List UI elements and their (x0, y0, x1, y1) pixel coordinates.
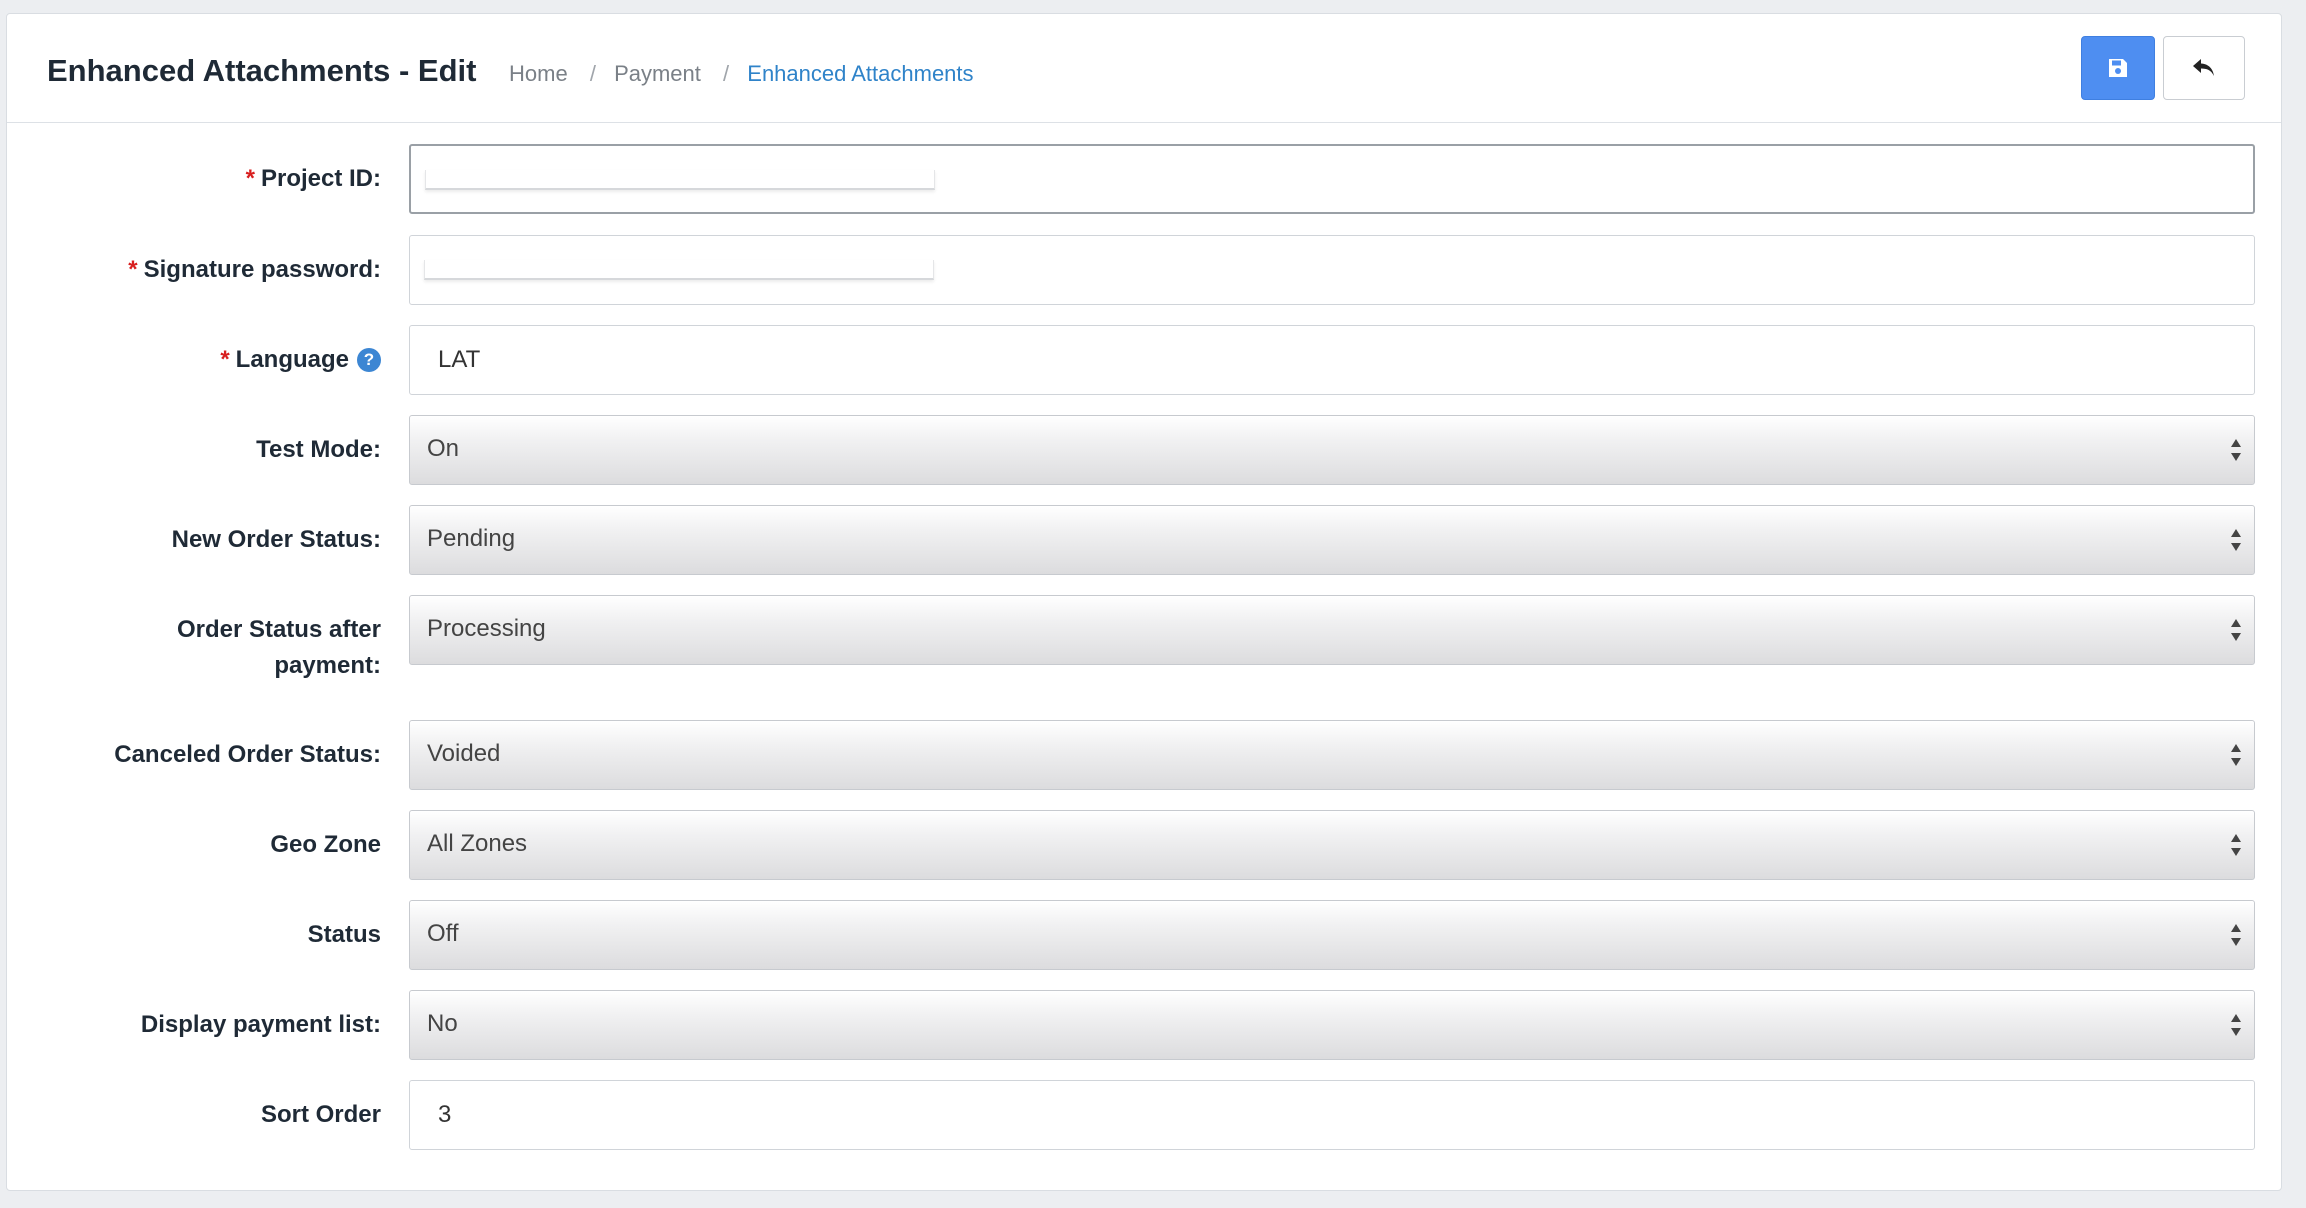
back-button[interactable] (2163, 36, 2245, 100)
page-header: Enhanced Attachments - Edit Home / Payme… (7, 14, 2281, 123)
canceled-order-status-label: Canceled Order Status: (114, 741, 381, 768)
language-input[interactable] (409, 325, 2255, 395)
breadcrumb-home[interactable]: Home (509, 61, 568, 86)
edit-panel: Enhanced Attachments - Edit Home / Payme… (6, 13, 2282, 1191)
order-status-after-payment-value: Processing (427, 615, 546, 642)
canceled-order-status-select[interactable]: Voided (409, 720, 2255, 790)
status-select[interactable]: Off (409, 900, 2255, 970)
select-arrows-icon (2231, 744, 2241, 766)
display-payment-list-value: No (427, 1010, 458, 1037)
sort-order-input[interactable] (409, 1080, 2255, 1150)
save-button[interactable] (2081, 36, 2155, 100)
geo-zone-value: All Zones (427, 830, 528, 857)
signature-password-label: * Signature password: (128, 252, 381, 288)
breadcrumb-separator: / (723, 61, 730, 86)
select-arrows-icon (2231, 834, 2241, 856)
signature-password-input[interactable] (409, 235, 2255, 305)
question-circle-icon[interactable]: ? (357, 348, 381, 372)
breadcrumb-separator: / (589, 61, 596, 86)
sort-order-label: Sort Order (260, 1101, 381, 1128)
project-id-input[interactable] (409, 144, 2255, 214)
required-mark: * (128, 256, 138, 283)
select-arrows-icon (2231, 1014, 2241, 1036)
language-label: * Language? (220, 342, 381, 378)
display-payment-list-select[interactable]: No (409, 990, 2255, 1060)
signature-password-label-text: Signature password: (143, 256, 381, 283)
test-mode-value: On (427, 435, 460, 462)
geo-zone-label: Geo Zone (270, 831, 381, 858)
breadcrumb: Home / Payment / Enhanced Attachments (509, 61, 974, 87)
page-title: Enhanced Attachments - Edit (47, 53, 477, 88)
test-mode-label: Test Mode: (256, 436, 381, 463)
status-value: Off (427, 920, 459, 947)
order-status-after-payment-select[interactable]: Processing (409, 595, 2255, 665)
floppy-disk-icon (2109, 59, 2127, 77)
reply-arrow-icon (2193, 59, 2214, 76)
order-status-after-payment-label: Order Status after payment: (176, 616, 381, 679)
test-mode-select[interactable]: On (409, 415, 2255, 485)
autofill-overlay (425, 170, 935, 190)
new-order-status-label: New Order Status: (171, 526, 381, 553)
geo-zone-select[interactable]: All Zones (409, 810, 2255, 880)
required-mark: * (245, 165, 255, 192)
breadcrumb-enhanced-attachments[interactable]: Enhanced Attachments (747, 61, 973, 86)
required-mark: * (220, 346, 230, 373)
status-label: Status (307, 921, 381, 948)
language-label-text: Language (235, 346, 349, 373)
select-arrows-icon (2231, 529, 2241, 551)
new-order-status-select[interactable]: Pending (409, 505, 2255, 575)
new-order-status-value: Pending (427, 525, 516, 552)
select-arrows-icon (2231, 439, 2241, 461)
project-id-label: * Project ID: (246, 161, 381, 197)
select-arrows-icon (2231, 619, 2241, 641)
breadcrumb-payment[interactable]: Payment (614, 61, 701, 86)
display-payment-list-label: Display payment list: (140, 1011, 381, 1038)
canceled-order-status-value: Voided (427, 740, 501, 767)
project-id-label-text: Project ID: (260, 165, 381, 192)
sort-order-field[interactable] (410, 1081, 2254, 1149)
select-arrows-icon (2231, 924, 2241, 946)
autofill-overlay (424, 260, 934, 280)
language-field[interactable] (410, 326, 2254, 394)
